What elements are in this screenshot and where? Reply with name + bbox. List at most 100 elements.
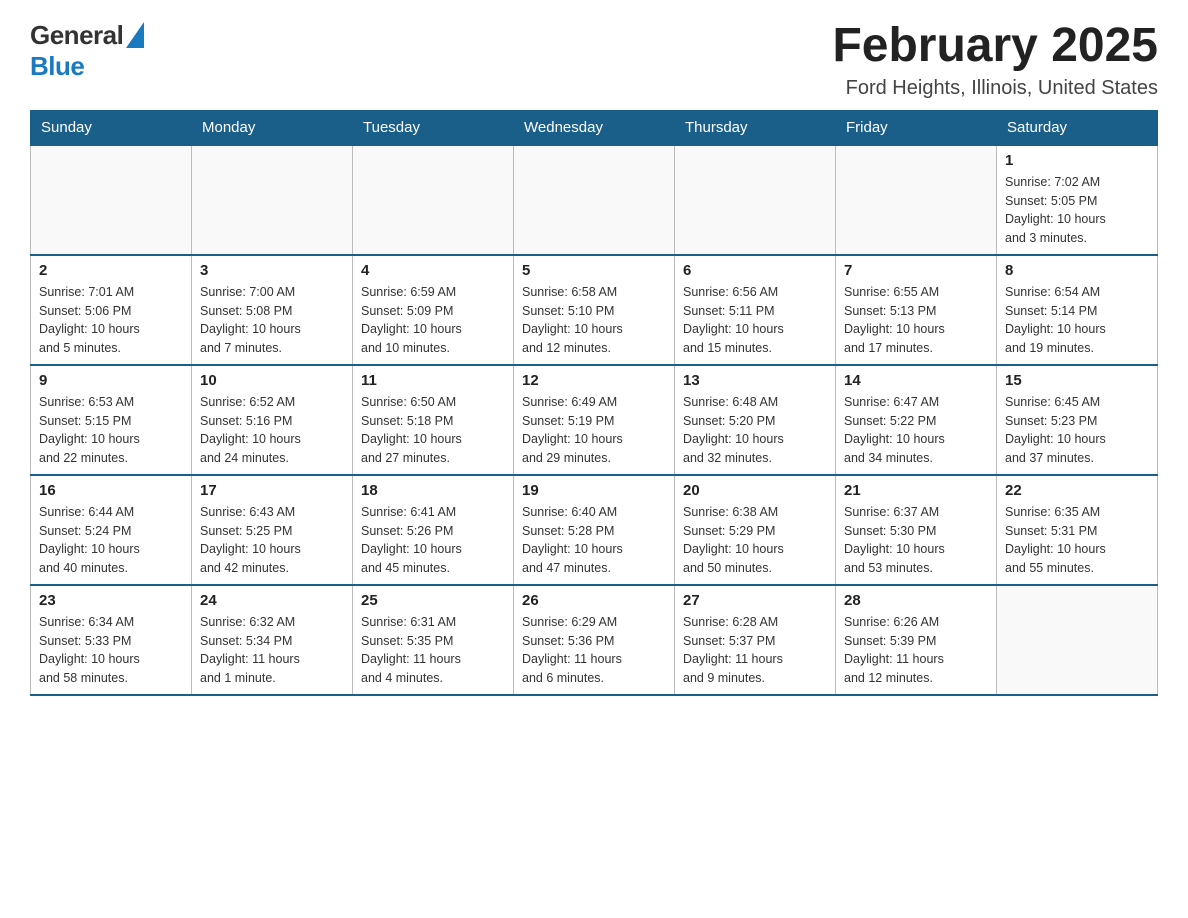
- calendar-cell: 28 Sunrise: 6:26 AMSunset: 5:39 PMDayligh…: [836, 585, 997, 695]
- header-wednesday: Wednesday: [514, 110, 675, 145]
- day-number: 2: [39, 262, 183, 279]
- day-info: Sunrise: 6:45 AMSunset: 5:23 PMDaylight:…: [1005, 393, 1149, 468]
- day-info: Sunrise: 7:01 AMSunset: 5:06 PMDaylight:…: [39, 283, 183, 358]
- calendar-week-row: 16Sunrise: 6:44 AMSunset: 5:24 PMDayligh…: [31, 475, 1158, 585]
- logo-general-text: General: [30, 20, 123, 51]
- day-info: Sunrise: 6:56 AMSunset: 5:11 PMDaylight:…: [683, 283, 827, 358]
- day-number: 13: [683, 372, 827, 389]
- day-info: Sunrise: 6:53 AMSunset: 5:15 PMDaylight:…: [39, 393, 183, 468]
- day-number: 15: [1005, 372, 1149, 389]
- calendar-cell: 22 Sunrise: 6:35 AMSunset: 5:31 PMDayligh…: [997, 475, 1158, 585]
- month-title: February 2025: [832, 20, 1158, 73]
- calendar-cell: 7 Sunrise: 6:55 AMSunset: 5:13 PMDaylight…: [836, 255, 997, 365]
- calendar-cell: [836, 145, 997, 255]
- calendar-cell: 13 Sunrise: 6:48 AMSunset: 5:20 PMDayligh…: [675, 365, 836, 475]
- calendar-cell: [31, 145, 192, 255]
- day-info: Sunrise: 6:43 AMSunset: 5:25 PMDaylight:…: [200, 503, 344, 578]
- calendar-cell: 23 Sunrise: 6:34 AMSunset: 5:33 PMDayligh…: [31, 585, 192, 695]
- day-info: Sunrise: 6:28 AMSunset: 5:37 PMDaylight:…: [683, 613, 827, 688]
- calendar-cell: [675, 145, 836, 255]
- day-number: 14: [844, 372, 988, 389]
- day-info: Sunrise: 6:49 AMSunset: 5:19 PMDaylight:…: [522, 393, 666, 468]
- calendar-cell: 24 Sunrise: 6:32 AMSunset: 5:34 PMDayligh…: [192, 585, 353, 695]
- day-number: 22: [1005, 482, 1149, 499]
- logo-blue-text: Blue: [30, 51, 84, 82]
- header-saturday: Saturday: [997, 110, 1158, 145]
- calendar-cell: 8 Sunrise: 6:54 AMSunset: 5:14 PMDaylight…: [997, 255, 1158, 365]
- header-sunday: Sunday: [31, 110, 192, 145]
- day-number: 28: [844, 592, 988, 609]
- calendar-cell: 20Sunrise: 6:38 AMSunset: 5:29 PMDayligh…: [675, 475, 836, 585]
- day-number: 8: [1005, 262, 1149, 279]
- calendar-cell: 18 Sunrise: 6:41 AMSunset: 5:26 PMDayligh…: [353, 475, 514, 585]
- day-info: Sunrise: 6:58 AMSunset: 5:10 PMDaylight:…: [522, 283, 666, 358]
- calendar-cell: 4Sunrise: 6:59 AMSunset: 5:09 PMDaylight…: [353, 255, 514, 365]
- day-number: 27: [683, 592, 827, 609]
- calendar-header-row: Sunday Monday Tuesday Wednesday Thursday…: [31, 110, 1158, 145]
- day-number: 23: [39, 592, 183, 609]
- day-number: 9: [39, 372, 183, 389]
- day-number: 4: [361, 262, 505, 279]
- calendar-cell: 27 Sunrise: 6:28 AMSunset: 5:37 PMDayligh…: [675, 585, 836, 695]
- location-title: Ford Heights, Illinois, United States: [832, 77, 1158, 100]
- day-number: 19: [522, 482, 666, 499]
- day-info: Sunrise: 6:47 AMSunset: 5:22 PMDaylight:…: [844, 393, 988, 468]
- header-monday: Monday: [192, 110, 353, 145]
- calendar-cell: 10 Sunrise: 6:52 AMSunset: 5:16 PMDayligh…: [192, 365, 353, 475]
- calendar-cell: 2 Sunrise: 7:01 AMSunset: 5:06 PMDaylight…: [31, 255, 192, 365]
- day-info: Sunrise: 7:02 AMSunset: 5:05 PMDaylight:…: [1005, 173, 1149, 248]
- calendar-cell: 26 Sunrise: 6:29 AMSunset: 5:36 PMDayligh…: [514, 585, 675, 695]
- calendar-cell: 3Sunrise: 7:00 AMSunset: 5:08 PMDaylight…: [192, 255, 353, 365]
- day-number: 5: [522, 262, 666, 279]
- day-info: Sunrise: 6:26 AMSunset: 5:39 PMDaylight:…: [844, 613, 988, 688]
- page-header: General Blue February 2025 Ford Heights,…: [30, 20, 1158, 100]
- calendar-cell: 6 Sunrise: 6:56 AMSunset: 5:11 PMDaylight…: [675, 255, 836, 365]
- day-info: Sunrise: 6:50 AMSunset: 5:18 PMDaylight:…: [361, 393, 505, 468]
- day-number: 18: [361, 482, 505, 499]
- day-number: 17: [200, 482, 344, 499]
- calendar-cell: 14 Sunrise: 6:47 AMSunset: 5:22 PMDayligh…: [836, 365, 997, 475]
- calendar-cell: [997, 585, 1158, 695]
- calendar-cell: [514, 145, 675, 255]
- day-info: Sunrise: 6:44 AMSunset: 5:24 PMDaylight:…: [39, 503, 183, 578]
- day-number: 25: [361, 592, 505, 609]
- day-info: Sunrise: 6:52 AMSunset: 5:16 PMDaylight:…: [200, 393, 344, 468]
- header-thursday: Thursday: [675, 110, 836, 145]
- day-number: 10: [200, 372, 344, 389]
- day-info: Sunrise: 6:54 AMSunset: 5:14 PMDaylight:…: [1005, 283, 1149, 358]
- day-info: Sunrise: 6:34 AMSunset: 5:33 PMDaylight:…: [39, 613, 183, 688]
- calendar-cell: 9 Sunrise: 6:53 AMSunset: 5:15 PMDaylight…: [31, 365, 192, 475]
- day-info: Sunrise: 6:55 AMSunset: 5:13 PMDaylight:…: [844, 283, 988, 358]
- calendar-week-row: 9 Sunrise: 6:53 AMSunset: 5:15 PMDaylight…: [31, 365, 1158, 475]
- logo: General Blue: [30, 20, 144, 82]
- day-info: Sunrise: 6:35 AMSunset: 5:31 PMDaylight:…: [1005, 503, 1149, 578]
- calendar-cell: 19 Sunrise: 6:40 AMSunset: 5:28 PMDayligh…: [514, 475, 675, 585]
- day-number: 3: [200, 262, 344, 279]
- calendar-cell: 5 Sunrise: 6:58 AMSunset: 5:10 PMDaylight…: [514, 255, 675, 365]
- header-tuesday: Tuesday: [353, 110, 514, 145]
- day-info: Sunrise: 6:31 AMSunset: 5:35 PMDaylight:…: [361, 613, 505, 688]
- day-info: Sunrise: 6:40 AMSunset: 5:28 PMDaylight:…: [522, 503, 666, 578]
- day-number: 7: [844, 262, 988, 279]
- calendar-cell: 25 Sunrise: 6:31 AMSunset: 5:35 PMDayligh…: [353, 585, 514, 695]
- day-info: Sunrise: 6:29 AMSunset: 5:36 PMDaylight:…: [522, 613, 666, 688]
- day-number: 11: [361, 372, 505, 389]
- day-info: Sunrise: 6:41 AMSunset: 5:26 PMDaylight:…: [361, 503, 505, 578]
- day-number: 12: [522, 372, 666, 389]
- calendar-table: Sunday Monday Tuesday Wednesday Thursday…: [30, 110, 1158, 696]
- day-info: Sunrise: 6:48 AMSunset: 5:20 PMDaylight:…: [683, 393, 827, 468]
- day-number: 24: [200, 592, 344, 609]
- calendar-week-row: 1 Sunrise: 7:02 AMSunset: 5:05 PMDaylight…: [31, 145, 1158, 255]
- day-number: 21: [844, 482, 988, 499]
- day-number: 26: [522, 592, 666, 609]
- day-number: 6: [683, 262, 827, 279]
- calendar-cell: [192, 145, 353, 255]
- calendar-cell: 12 Sunrise: 6:49 AMSunset: 5:19 PMDayligh…: [514, 365, 675, 475]
- calendar-cell: 17 Sunrise: 6:43 AMSunset: 5:25 PMDayligh…: [192, 475, 353, 585]
- calendar-cell: 1 Sunrise: 7:02 AMSunset: 5:05 PMDaylight…: [997, 145, 1158, 255]
- day-info: Sunrise: 6:32 AMSunset: 5:34 PMDaylight:…: [200, 613, 344, 688]
- day-number: 1: [1005, 152, 1149, 169]
- calendar-cell: 11 Sunrise: 6:50 AMSunset: 5:18 PMDayligh…: [353, 365, 514, 475]
- day-number: 20: [683, 482, 827, 499]
- day-info: Sunrise: 6:37 AMSunset: 5:30 PMDaylight:…: [844, 503, 988, 578]
